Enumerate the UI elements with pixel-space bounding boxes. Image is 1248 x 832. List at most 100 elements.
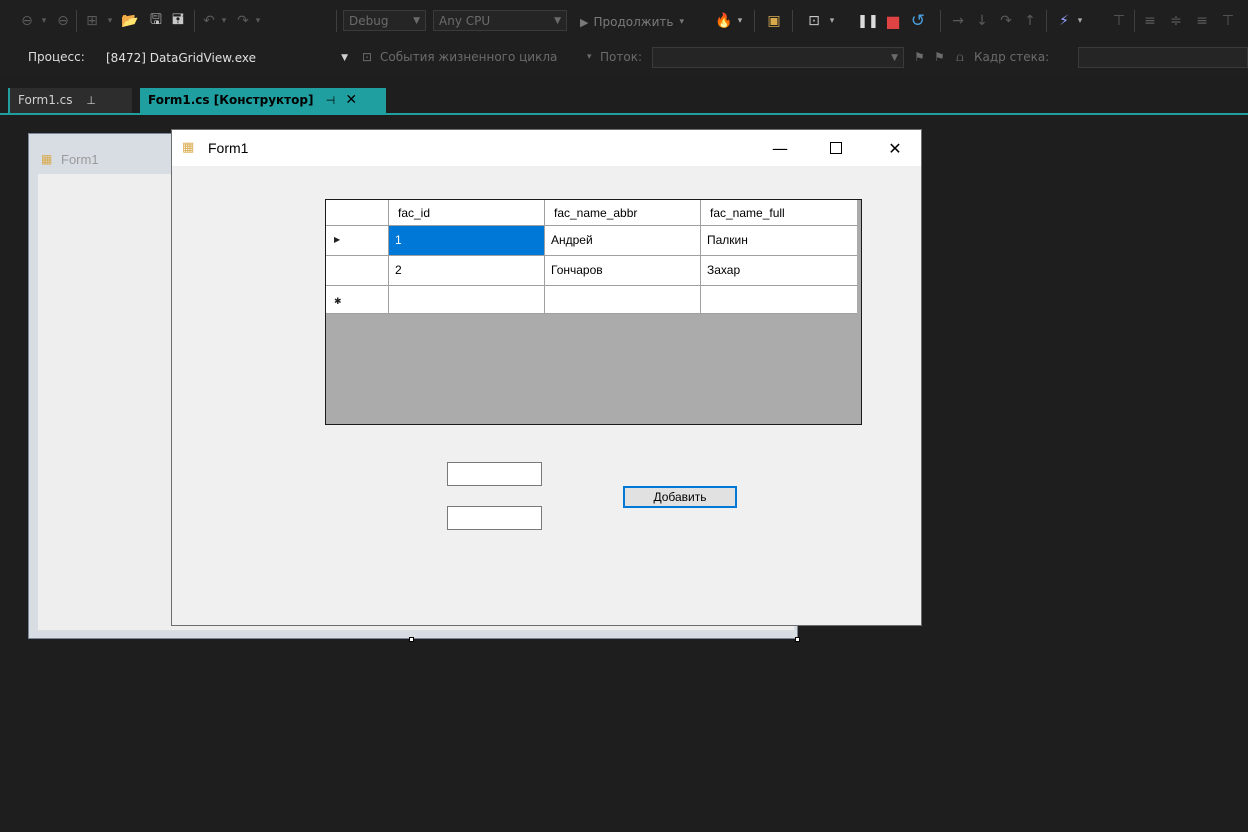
app-insights-icon[interactable]: ▣	[764, 11, 784, 31]
chevron-down-icon: ▼	[554, 16, 561, 26]
chevron-down-icon[interactable]: ▾	[734, 11, 746, 31]
new-project-icon[interactable]: ⊞	[82, 11, 102, 31]
grid-cell[interactable]	[545, 286, 701, 314]
grid-row-header[interactable]: ✱	[326, 286, 389, 314]
xaml-hot-reload-icon[interactable]: ⚡	[1054, 11, 1074, 31]
open-folder-icon[interactable]: 📂	[120, 11, 140, 31]
toolbar-separator	[1046, 10, 1047, 32]
text-input[interactable]	[447, 506, 542, 530]
step-out-icon[interactable]: ↑	[1020, 11, 1040, 31]
maximize-icon	[830, 142, 842, 154]
grid-cell[interactable]: Гончаров	[545, 256, 701, 286]
form-icon: ▦	[41, 152, 53, 166]
align-top-icon[interactable]: ⊤	[1218, 11, 1238, 31]
align-right-icon[interactable]: ≡	[1192, 11, 1212, 31]
window-title: Form1	[208, 140, 249, 156]
stack-frame-combo[interactable]	[1078, 47, 1248, 68]
restart-icon[interactable]: ↺	[908, 11, 928, 31]
resize-handle[interactable]	[409, 637, 414, 642]
grid-cell[interactable]: Палкин	[701, 226, 857, 256]
configuration-combo[interactable]: Debug ▼	[343, 10, 426, 31]
window-titlebar[interactable]: ▦ Form1 — ✕	[172, 130, 921, 166]
grid-row-header[interactable]: ▶	[326, 226, 389, 256]
standard-toolbar: ⊖ ▾ ⊖ ⊞ ▾ 📂 🖫 🖬 ↶ ▾ ↷ ▾ Debug ▼ Any CPU …	[0, 0, 1248, 42]
toolbar-separator	[76, 10, 77, 32]
platform-combo[interactable]: Any CPU ▼	[433, 10, 567, 31]
thread-label: Поток:	[600, 50, 642, 64]
close-icon: ✕	[888, 138, 902, 158]
grid-corner-header[interactable]	[326, 200, 389, 226]
continue-button[interactable]: ▶ Продолжить ▾	[580, 13, 684, 31]
step-into-icon[interactable]: ↓	[972, 11, 992, 31]
toolbar-separator	[940, 10, 941, 32]
flag-icon[interactable]: ⚑	[914, 50, 925, 64]
chevron-down-icon[interactable]: ▾	[826, 11, 838, 31]
grid-column-header[interactable]: fac_id	[389, 200, 545, 226]
grid-cell[interactable]	[701, 286, 857, 314]
grid-cell[interactable]: 2	[389, 256, 545, 286]
current-row-arrow-icon: ▶	[334, 235, 341, 244]
step-over-icon[interactable]: ↷	[996, 11, 1016, 31]
chevron-down-icon[interactable]: ▾	[252, 11, 264, 31]
toggle-breakpoint-icon[interactable]: ⊤	[1110, 11, 1128, 31]
grid-cell[interactable]	[389, 286, 545, 314]
grid-column-header[interactable]: fac_name_full	[701, 200, 857, 226]
pause-icon[interactable]: ❚❚	[857, 11, 879, 31]
play-icon: ▶	[580, 15, 589, 29]
chevron-down-icon: ▼	[341, 53, 348, 63]
tab-form1-designer[interactable]: Form1.cs [Конструктор] ⊣ ✕	[140, 88, 386, 113]
resize-handle[interactable]	[795, 637, 800, 642]
minimize-button[interactable]: —	[757, 130, 803, 166]
close-button[interactable]: ✕	[872, 130, 918, 166]
process-combo[interactable]: [8472] DataGridView.exe ▼	[100, 47, 354, 68]
text-input[interactable]	[447, 462, 542, 486]
grid-cell[interactable]: 1	[389, 226, 545, 256]
runtime-window: ▦ Form1 — ✕ fac_id fac_name_abbr fac_nam…	[171, 129, 922, 626]
redo-icon[interactable]: ↷	[234, 11, 252, 31]
align-center-icon[interactable]: ≑	[1166, 11, 1186, 31]
lifecycle-events-label[interactable]: События жизненного цикла	[380, 50, 557, 64]
lifecycle-events-icon[interactable]: ⊡	[362, 50, 372, 64]
thread-combo[interactable]: ▼	[652, 47, 904, 68]
minimize-icon: —	[772, 138, 788, 158]
toolbar-separator	[194, 10, 195, 32]
tab-form1-code[interactable]: Form1.cs ⊥	[8, 88, 132, 113]
undo-icon[interactable]: ↶	[200, 11, 218, 31]
chevron-down-icon[interactable]: ▾	[38, 11, 50, 31]
grid-row-header[interactable]	[326, 256, 389, 286]
step-next-icon[interactable]: →	[948, 11, 968, 31]
stop-icon[interactable]: ■	[884, 11, 902, 31]
continue-label: Продолжить	[593, 15, 674, 29]
grid-column-header[interactable]: fac_name_abbr	[545, 200, 701, 226]
process-label: Процесс:	[28, 50, 85, 64]
diagnostics-icon[interactable]: ⊡	[804, 11, 824, 31]
chevron-down-icon: ▼	[413, 16, 420, 26]
chevron-down-icon[interactable]: ▾	[1074, 11, 1086, 31]
close-icon[interactable]: ✕	[345, 92, 357, 108]
add-button[interactable]: Добавить	[623, 486, 737, 508]
toolbar-separator	[336, 10, 337, 32]
maximize-button[interactable]	[813, 130, 859, 166]
flag-threads-icon[interactable]: ⚑	[934, 50, 945, 64]
navigate-forward-icon[interactable]: ⊖	[54, 11, 72, 31]
chevron-down-icon[interactable]: ▾	[587, 52, 592, 62]
new-row-asterisk-icon: ✱	[334, 296, 342, 306]
tab-label: Form1.cs [Конструктор]	[148, 93, 314, 107]
chevron-down-icon: ▾	[679, 17, 684, 27]
filter-icon[interactable]: ⩍	[956, 50, 964, 65]
debug-location-toolbar: Процесс: [8472] DataGridView.exe ▼ ⊡ Соб…	[0, 42, 1248, 74]
chevron-down-icon[interactable]: ▾	[104, 11, 116, 31]
align-left-icon[interactable]: ≡	[1140, 11, 1160, 31]
pin-icon[interactable]: ⊥	[86, 94, 96, 107]
hot-reload-icon[interactable]: 🔥	[714, 11, 734, 31]
tab-accent-line	[0, 113, 1248, 115]
chevron-down-icon[interactable]: ▾	[218, 11, 230, 31]
save-all-icon[interactable]: 🖬	[168, 11, 188, 31]
designer-form-title: Form1	[61, 152, 99, 167]
grid-cell[interactable]: Андрей	[545, 226, 701, 256]
grid-cell[interactable]: Захар	[701, 256, 857, 286]
save-icon[interactable]: 🖫	[146, 11, 166, 31]
data-grid-view[interactable]: fac_id fac_name_abbr fac_name_full ▶ 1 А…	[325, 199, 862, 425]
pin-icon[interactable]: ⊣	[326, 94, 336, 107]
navigate-back-icon[interactable]: ⊖	[18, 11, 36, 31]
